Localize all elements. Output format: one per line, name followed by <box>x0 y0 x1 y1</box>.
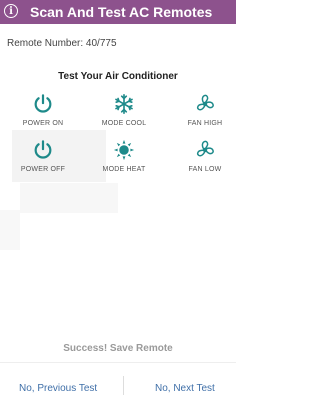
snowflake-icon <box>115 94 133 114</box>
fan-icon <box>196 94 214 111</box>
fan-low-label: FAN LOW <box>188 166 222 173</box>
divider <box>123 376 124 395</box>
app-bar: i Scan And Test AC Remotes <box>0 0 236 24</box>
divider <box>0 362 236 363</box>
sun-icon <box>113 139 135 161</box>
save-remote-button[interactable]: Success! Save Remote <box>0 342 236 356</box>
info-icon-glyph: i <box>9 5 13 17</box>
fan-icon <box>196 140 214 157</box>
mode-cool-button[interactable]: MODE COOL <box>91 93 157 135</box>
power-off-button[interactable]: POWER OFF <box>10 139 76 181</box>
app-title: Scan And Test AC Remotes <box>30 4 213 20</box>
power-on-button[interactable]: POWER ON <box>10 93 76 135</box>
fan-low-button[interactable]: FAN LOW <box>172 139 238 181</box>
remote-number: Remote Number: 40/775 <box>7 38 117 49</box>
previous-test-button[interactable]: No, Previous Test <box>19 382 97 395</box>
power-icon <box>34 94 52 113</box>
mode-heat-button[interactable]: MODE HEAT <box>91 139 157 181</box>
power-on-label: POWER ON <box>22 120 64 127</box>
background-block <box>0 210 20 250</box>
mode-heat-label: MODE HEAT <box>102 166 146 173</box>
app-screen: i Scan And Test AC Remotes Remote Number… <box>0 0 236 395</box>
info-icon[interactable]: i <box>4 4 18 18</box>
fan-high-label: FAN HIGH <box>187 120 223 127</box>
section-title: Test Your Air Conditioner <box>58 71 178 82</box>
mode-cool-label: MODE COOL <box>101 120 147 127</box>
next-test-button[interactable]: No, Next Test <box>155 382 215 395</box>
fan-high-button[interactable]: FAN HIGH <box>172 93 238 135</box>
power-icon <box>34 140 52 159</box>
background-block <box>20 183 118 213</box>
power-off-label: POWER OFF <box>20 166 66 173</box>
